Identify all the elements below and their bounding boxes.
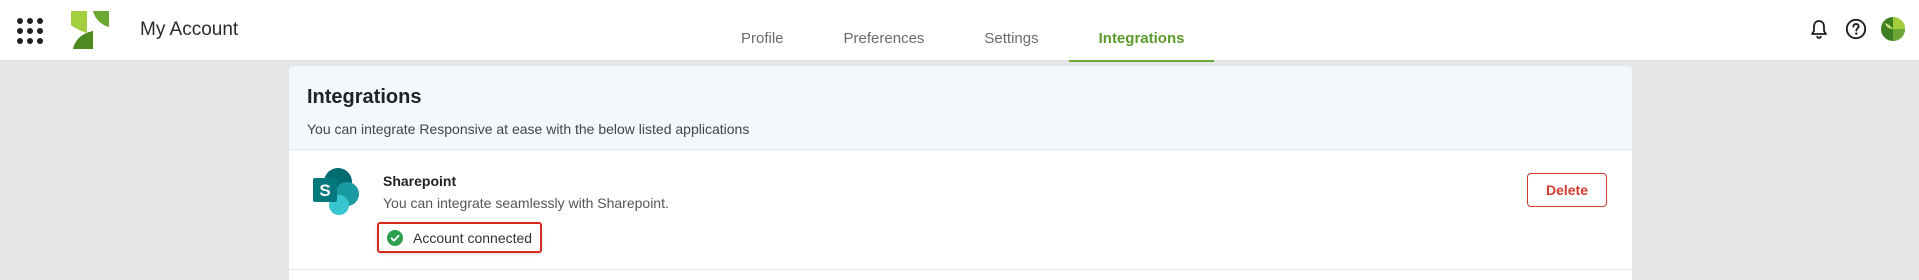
integrations-card: Integrations You can integrate Responsiv… <box>289 66 1632 280</box>
page-title: My Account <box>140 19 239 40</box>
integrations-header: Integrations You can integrate Responsiv… <box>289 66 1632 150</box>
app-launcher-button[interactable] <box>16 16 44 44</box>
svg-text:S: S <box>319 181 330 200</box>
help-button[interactable] <box>1844 17 1868 41</box>
help-icon <box>1845 18 1867 40</box>
tab-integrations[interactable]: Integrations <box>1068 0 1215 62</box>
integration-name: Sharepoint <box>383 173 457 189</box>
notifications-button[interactable] <box>1807 17 1831 41</box>
top-bar: My Account Profile Preferences Settings … <box>0 0 1919 62</box>
connection-status-badge: Account connected <box>377 222 543 253</box>
section-title: Integrations <box>307 86 422 108</box>
header-actions <box>1807 17 1905 41</box>
tab-preferences[interactable]: Preferences <box>814 0 955 61</box>
integration-description: You can integrate seamlessly with Sharep… <box>383 195 669 211</box>
check-circle-icon <box>387 229 403 246</box>
tab-bar: Profile Preferences Settings Integration… <box>711 0 1215 62</box>
section-subtitle: You can integrate Responsive at ease wit… <box>307 121 750 137</box>
grid-dots-icon <box>17 18 23 24</box>
connection-status-text: Account connected <box>413 229 533 246</box>
integration-row: S Sharepoint You can integrate seamlessl… <box>289 150 1632 270</box>
user-avatar-button[interactable] <box>1881 17 1905 41</box>
sharepoint-logo: S <box>313 168 359 215</box>
delete-button[interactable]: Delete <box>1527 173 1607 207</box>
tab-settings[interactable]: Settings <box>954 0 1068 61</box>
brand-logo[interactable] <box>71 11 109 49</box>
bell-icon <box>1811 20 1827 39</box>
tab-profile[interactable]: Profile <box>711 0 814 61</box>
avatar <box>1881 17 1905 41</box>
